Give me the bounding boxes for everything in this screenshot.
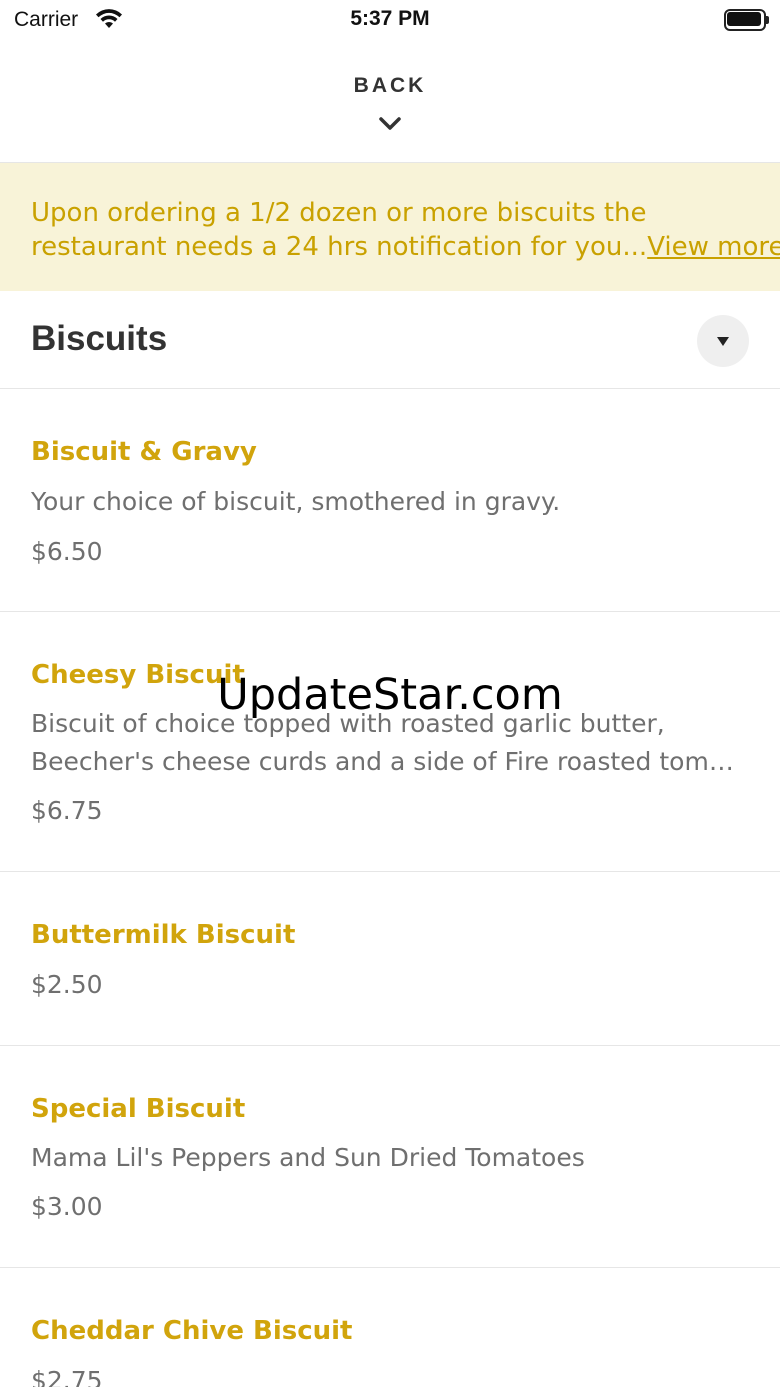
clock-time: 5:37 PM (350, 7, 430, 30)
item-description-line-1: Biscuit of choice topped with roasted ga… (31, 709, 665, 738)
view-more-link[interactable]: View more (647, 232, 780, 262)
chevron-down-icon[interactable] (378, 116, 402, 136)
caret-down-icon (717, 337, 729, 346)
item-description: Biscuit of choice topped with roasted ga… (31, 705, 743, 781)
battery-icon (724, 9, 769, 31)
notice-line-2: restaurant needs a 24 hrs notification f… (31, 230, 780, 264)
menu-screen: Carrier 5:37 PM BACK Upon ordering a 1/2… (0, 0, 780, 1387)
item-description-line-2: Beecher's cheese curds and a side of Fir… (31, 747, 743, 776)
item-description: Mama Lil's Peppers and Sun Dried Tomatoe… (31, 1143, 585, 1172)
item-name[interactable]: Cheddar Chive Biscuit (31, 1316, 352, 1346)
item-price: $6.75 (31, 796, 103, 825)
item-price: $6.50 (31, 537, 103, 566)
back-button[interactable]: BACK (0, 74, 780, 98)
notice-text: Upon ordering a 1/2 dozen or more biscui… (31, 196, 780, 264)
menu-item[interactable]: Cheddar Chive Biscuit $2.75 (0, 1268, 780, 1387)
menu-item[interactable]: Biscuit & Gravy Your choice of biscuit, … (0, 389, 780, 612)
item-description: Your choice of biscuit, smothered in gra… (31, 487, 561, 516)
item-name[interactable]: Cheesy Biscuit (31, 660, 245, 690)
item-price: $3.00 (31, 1192, 103, 1221)
collapse-section-button[interactable] (697, 315, 749, 367)
status-bar: Carrier 5:37 PM (0, 0, 780, 40)
item-name[interactable]: Buttermilk Biscuit (31, 920, 295, 950)
section-title: Biscuits (31, 319, 168, 358)
back-header[interactable]: BACK (0, 40, 780, 163)
item-price: $2.50 (31, 970, 103, 999)
menu-item[interactable]: Cheesy Biscuit Biscuit of choice topped … (0, 612, 780, 872)
notice-line-1: Upon ordering a 1/2 dozen or more biscui… (31, 198, 647, 228)
menu-item[interactable]: Buttermilk Biscuit $2.50 (0, 872, 780, 1046)
notice-banner: Upon ordering a 1/2 dozen or more biscui… (0, 163, 780, 291)
item-name[interactable]: Special Biscuit (31, 1094, 245, 1124)
item-price: $2.75 (31, 1366, 103, 1387)
item-name[interactable]: Biscuit & Gravy (31, 437, 257, 467)
menu-item[interactable]: Special Biscuit Mama Lil's Peppers and S… (0, 1046, 780, 1268)
section-header: Biscuits (0, 291, 780, 389)
notice-line-2-text: restaurant needs a 24 hrs notification f… (31, 232, 648, 262)
